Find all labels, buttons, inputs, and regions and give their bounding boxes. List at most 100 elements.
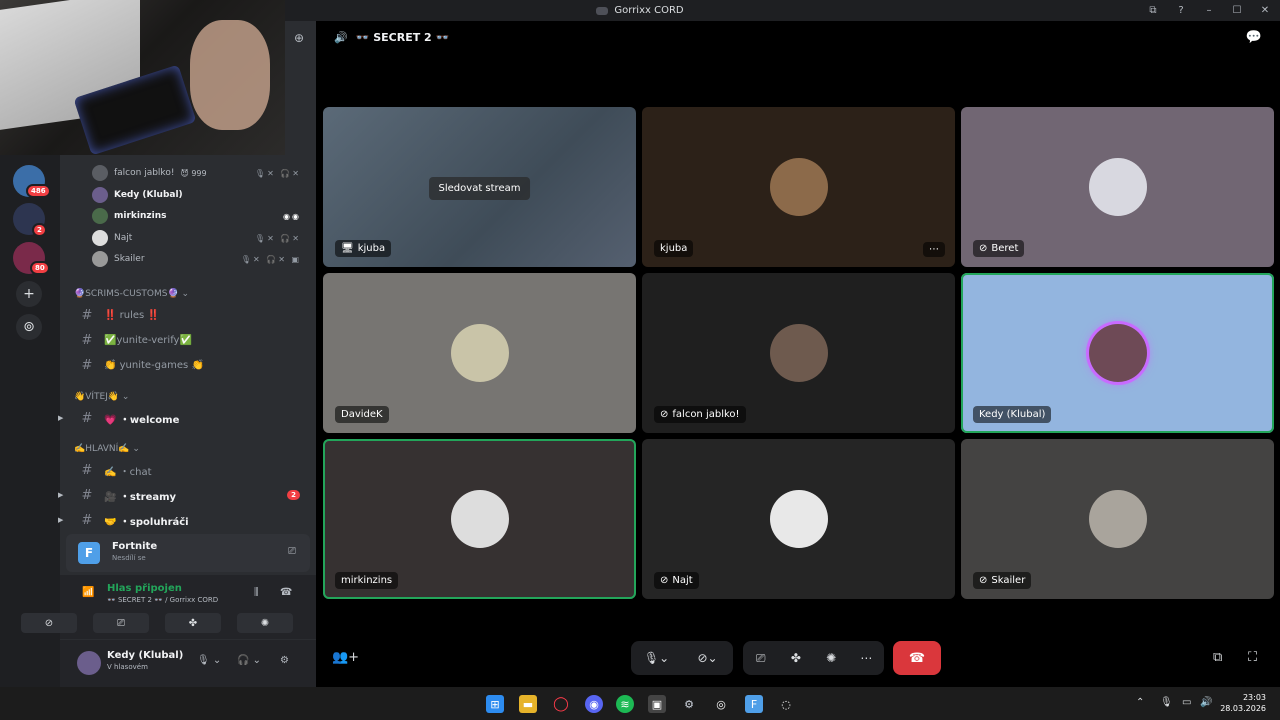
tray-display-icon[interactable]: ▭ xyxy=(1182,697,1191,708)
discord-icon[interactable]: ◉ xyxy=(585,695,603,713)
disconnect-call-button[interactable]: ☎ xyxy=(893,641,941,675)
windows-start-icon[interactable]: ⊞ xyxy=(486,695,504,713)
channel-label: 🤝 ・spoluhráči xyxy=(104,516,189,528)
activities-button[interactable]: ✤ xyxy=(165,613,221,633)
activity-card[interactable]: F Fortnite Nesdílí se ⎚ xyxy=(66,534,310,572)
participant-tile[interactable]: Kedy (Klubal) xyxy=(961,273,1274,433)
obs-icon[interactable]: ◎ xyxy=(712,695,730,713)
voice-member[interactable]: Najt 🎙✕ 🎧✕ xyxy=(92,229,307,247)
more-options-button[interactable]: ⋯ xyxy=(923,242,945,257)
participant-name-tag: ⊘ Skailer xyxy=(973,572,1032,589)
soundboard-icon[interactable]: ✺ xyxy=(815,651,847,665)
signal-icon[interactable]: 📶 xyxy=(82,587,94,598)
invite-icon[interactable]: ⊕ xyxy=(294,31,304,45)
maximize-button[interactable]: ☐ xyxy=(1230,5,1244,16)
tray-overflow-icon[interactable]: ⌃ xyxy=(1136,697,1144,708)
participant-tile[interactable]: ⊘ Skailer xyxy=(961,439,1274,599)
app-icon[interactable]: ▣ xyxy=(648,695,666,713)
channel-chat[interactable]: # ✍️ ・chat xyxy=(72,460,308,480)
voice-member[interactable]: Kedy (Klubal) xyxy=(92,186,307,204)
hash-icon: # xyxy=(81,410,93,426)
tray-microphone-icon[interactable]: 🎙 xyxy=(1160,697,1173,708)
fullscreen-icon[interactable]: ⛶ xyxy=(1248,650,1257,665)
add-server-icon[interactable]: + xyxy=(16,281,42,307)
participant-tile[interactable]: ⊘ Najt xyxy=(642,439,955,599)
channel-yunite-verify[interactable]: # ✅yunite-verify✅ xyxy=(72,330,308,350)
participant-name-tag: mirkinzins xyxy=(335,572,399,589)
av-controls: 🎙⌄ ⊘⌄ xyxy=(631,641,733,675)
avatar[interactable] xyxy=(77,651,101,675)
channel-streamy[interactable]: ▶ # 🎥 ・streamy 2 xyxy=(58,485,308,505)
opera-gx-icon[interactable]: ◯ xyxy=(552,695,570,713)
muted-deafened-icon: 🎙✕ 🎧✕ ▣ xyxy=(240,254,301,264)
share-screen-button[interactable]: ⎚ xyxy=(93,613,149,633)
caret-right-icon: ▶ xyxy=(58,516,64,524)
participant-tile[interactable]: ⊘ Beret xyxy=(961,107,1274,267)
stream-tile[interactable]: Sledovat stream 🖥 kjuba xyxy=(323,107,636,267)
share-screen-icon[interactable]: ⎚ xyxy=(288,546,296,557)
participant-tile[interactable]: DavideK xyxy=(323,273,636,433)
add-friend-icon[interactable]: 👥+ xyxy=(332,650,359,665)
camera-off-button[interactable]: ⊘ xyxy=(21,613,77,633)
recording-icon[interactable]: ◌ xyxy=(777,695,795,713)
spotify-icon[interactable]: ≋ xyxy=(616,695,634,713)
chat-bubble-icon[interactable]: 💬 xyxy=(1246,30,1262,45)
window-controls: ⧉ ? – ☐ ✕ xyxy=(1146,0,1272,21)
avatar xyxy=(92,187,108,203)
voice-member[interactable]: Skailer 🎙✕ 🎧✕ ▣ xyxy=(92,250,307,268)
channel-spoluhraci[interactable]: ▶ # 🤝 ・spoluhráči xyxy=(58,510,308,530)
explore-servers-icon[interactable]: ⊚ xyxy=(16,314,42,340)
channel-label: 🎥 ・streamy xyxy=(104,491,177,503)
camera-off-icon: ⊘ xyxy=(660,409,669,420)
microphone-icon[interactable]: 🎙 ⌄ xyxy=(197,655,221,666)
category-scrims[interactable]: 🔮SCRIMS-CUSTOMS🔮 ⌄ xyxy=(74,289,189,299)
fortnite-icon[interactable]: F xyxy=(745,695,763,713)
category-label: ✍️HLAVNÍ✍️ xyxy=(74,444,130,454)
settings-gear-icon[interactable]: ⚙ xyxy=(280,655,289,666)
category-hlavni[interactable]: ✍️HLAVNÍ✍️ ⌄ xyxy=(74,444,140,454)
disconnect-icon[interactable]: ☎ xyxy=(280,587,292,598)
windows-taskbar: ⊞ ▬ ◯ ◉ ≋ ▣ ⚙ ◎ F ◌ ⌃ 🎙 ▭ 🔊 23:03 28.03.… xyxy=(0,687,1280,720)
participant-tile[interactable]: mirkinzins xyxy=(323,439,636,599)
voice-channel-name: 👓 SECRET 2 👓 xyxy=(355,31,450,44)
camera-off-icon: ⊘ xyxy=(660,575,669,586)
camera-toggle-icon[interactable]: ⊘⌄ xyxy=(692,651,724,665)
close-button[interactable]: ✕ xyxy=(1258,5,1272,16)
settings-gear-icon[interactable]: ⚙ xyxy=(680,695,698,713)
watch-stream-button[interactable]: Sledovat stream xyxy=(428,177,531,200)
noise-suppression-icon[interactable]: ⫼ xyxy=(254,587,259,598)
channel-rules[interactable]: # ‼️ rules ‼️ xyxy=(72,305,308,325)
channel-welcome[interactable]: ▶ # 💗 ・welcome xyxy=(58,408,308,428)
activities-icon[interactable]: ✤ xyxy=(780,651,812,665)
server-badge: 2 xyxy=(32,223,47,237)
video-icon: ◉◉ xyxy=(283,211,301,221)
microphone-toggle-icon[interactable]: 🎙⌄ xyxy=(641,651,673,665)
inbox-icon[interactable]: ⧉ xyxy=(1146,5,1160,16)
avatar xyxy=(450,490,509,548)
participant-name: mirkinzins xyxy=(341,575,393,586)
participant-tile[interactable]: kjuba ⋯ xyxy=(642,107,955,267)
category-label: 🔮SCRIMS-CUSTOMS🔮 xyxy=(74,289,179,299)
more-icon[interactable]: ⋯ xyxy=(850,651,882,665)
clock[interactable]: 23:03 28.03.2026 xyxy=(1220,692,1266,714)
popout-icon[interactable]: ⧉ xyxy=(1213,650,1222,665)
category-vitej[interactable]: 👋VÍTEJ👋 ⌄ xyxy=(74,392,129,402)
participant-name-tag: Kedy (Klubal) xyxy=(973,406,1052,423)
tray-volume-icon[interactable]: 🔊 xyxy=(1200,697,1212,708)
avatar xyxy=(92,208,108,224)
voice-location[interactable]: 👓 SECRET 2 👓 / Gorrixx CORD xyxy=(107,596,218,604)
voice-member[interactable]: falcon jablko! 😈 999 🎙✕ 🎧✕ xyxy=(92,164,307,182)
participant-name-tag: kjuba xyxy=(654,240,694,257)
avatar xyxy=(92,251,108,267)
soundboard-button[interactable]: ✺ xyxy=(237,613,293,633)
help-icon[interactable]: ? xyxy=(1174,5,1188,16)
minimize-button[interactable]: – xyxy=(1202,5,1216,16)
file-explorer-icon[interactable]: ▬ xyxy=(519,695,537,713)
participant-tile[interactable]: ⊘ falcon jablko! xyxy=(642,273,955,433)
headphones-icon[interactable]: 🎧 ⌄ xyxy=(237,655,261,666)
server-badge: 80 xyxy=(30,261,50,275)
hash-icon: # xyxy=(81,357,93,373)
channel-yunite-games[interactable]: # 👏 yunite-games 👏 xyxy=(72,355,308,375)
voice-member[interactable]: mirkinzins ◉◉ xyxy=(92,207,307,225)
share-screen-icon[interactable]: ⎚ xyxy=(745,651,777,666)
